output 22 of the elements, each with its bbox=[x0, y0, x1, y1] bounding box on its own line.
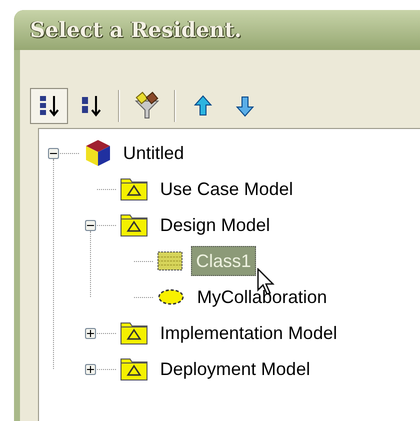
folder-icon bbox=[120, 177, 148, 201]
collapse-toggle[interactable] bbox=[48, 148, 59, 158]
tree-item[interactable]: Implementation Model bbox=[160, 320, 338, 346]
folder-icon bbox=[120, 213, 148, 237]
collapse-toggle[interactable] bbox=[85, 220, 96, 230]
folder-icon bbox=[120, 357, 148, 381]
tree-item[interactable]: MyCollaboration bbox=[197, 284, 328, 310]
filter-icon bbox=[132, 91, 162, 121]
expand-toggle[interactable] bbox=[85, 364, 96, 374]
toolbar-button[interactable] bbox=[30, 88, 68, 124]
tree-item[interactable]: Use Case Model bbox=[160, 176, 294, 202]
class-icon bbox=[157, 251, 183, 271]
tree-item[interactable]: Untitled bbox=[123, 140, 184, 166]
tree-item[interactable]: Deployment Model bbox=[160, 356, 310, 382]
cube-icon bbox=[83, 138, 113, 168]
down-arrow-icon bbox=[235, 94, 255, 118]
dashed-ellipse-icon bbox=[157, 288, 185, 306]
folder-icon bbox=[120, 321, 148, 345]
expand-toggle[interactable] bbox=[85, 328, 96, 338]
window-title: Select a Resident. bbox=[30, 16, 242, 44]
up-arrow-icon bbox=[193, 94, 213, 118]
tree-item[interactable]: Design Model bbox=[160, 212, 270, 238]
